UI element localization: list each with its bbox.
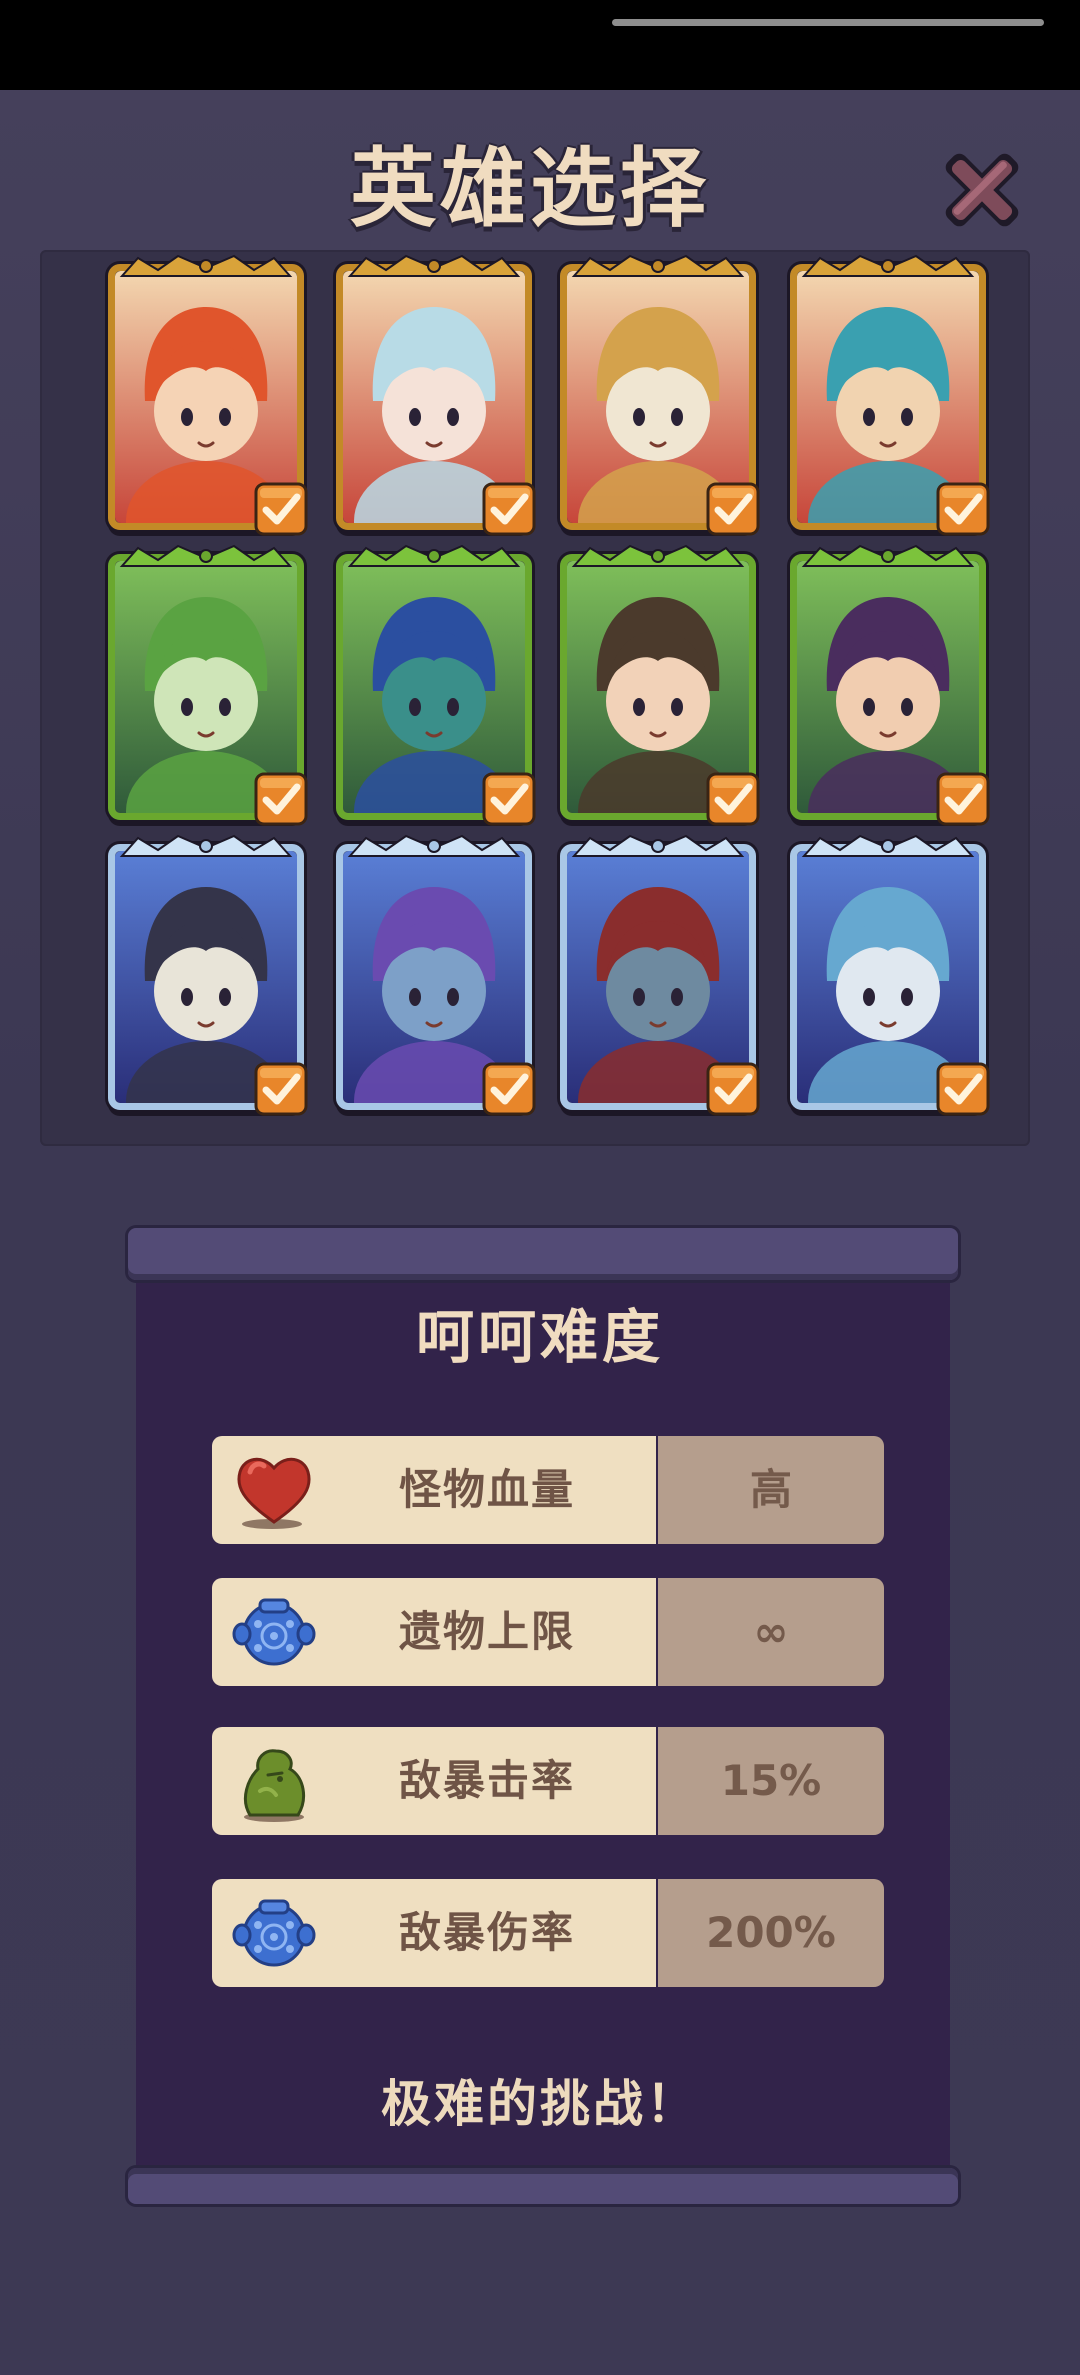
- hero-card-blue-spiky-hero[interactable]: [790, 254, 990, 536]
- page-title: 英雄选择: [350, 139, 710, 239]
- hero-card-blue-ghost-hero[interactable]: [790, 834, 990, 1116]
- selected-check-icon: [482, 1062, 536, 1116]
- difficulty-title: 呵呵难度: [415, 1303, 664, 1371]
- status-bar: [0, 0, 1080, 90]
- row-label: 遗物上限: [398, 1607, 575, 1656]
- hero-card-top-hat-hero[interactable]: [336, 544, 536, 826]
- row-label: 敌暴击率: [398, 1756, 575, 1805]
- selected-check-icon: [482, 772, 536, 826]
- difficulty-footer: 极难的挑战！: [381, 2075, 699, 2133]
- hero-card-purple-crystal-hero[interactable]: [336, 834, 536, 1116]
- difficulty-panel-body: [136, 1254, 950, 2184]
- card-crest-icon: [801, 254, 975, 277]
- hero-card-knight-helmet-hero[interactable]: [560, 254, 760, 536]
- row-value: 高: [749, 1465, 792, 1514]
- selected-check-icon: [254, 1062, 308, 1116]
- card-crest-icon: [801, 544, 975, 567]
- hero-card-purple-masked-hero[interactable]: [790, 544, 990, 826]
- card-crest-icon: [571, 544, 745, 567]
- card-crest-icon: [119, 544, 293, 567]
- blue-jar-icon: [232, 1598, 316, 1666]
- close-icon: [945, 153, 1019, 227]
- row-label: 怪物血量: [398, 1465, 575, 1514]
- card-crest-icon: [119, 254, 293, 277]
- difficulty-row-enemy-crit-damage: 敌暴伤率 200%: [212, 1879, 884, 1987]
- close-button[interactable]: [934, 142, 1030, 238]
- card-crest-icon: [801, 834, 975, 857]
- blue-jar-icon: [232, 1899, 316, 1967]
- row-label-box: 敌暴伤率: [212, 1879, 656, 1987]
- selected-check-icon: [936, 482, 990, 536]
- card-crest-icon: [571, 254, 745, 277]
- row-value: ∞: [753, 1607, 789, 1656]
- selected-check-icon: [482, 482, 536, 536]
- selected-check-icon: [254, 772, 308, 826]
- row-label-box: 遗物上限: [212, 1578, 656, 1686]
- hero-card-crowned-zombie-hero[interactable]: [560, 834, 760, 1116]
- card-crest-icon: [347, 544, 521, 567]
- scroll-top-rod: [128, 1228, 958, 1280]
- row-label-box: 敌暴击率: [212, 1727, 656, 1835]
- selected-check-icon: [254, 482, 308, 536]
- home-indicator: [612, 19, 1044, 26]
- card-crest-icon: [571, 834, 745, 857]
- difficulty-row-enemy-crit-rate: 敌暴击率 15%: [212, 1727, 884, 1835]
- row-value: 15%: [720, 1756, 822, 1805]
- hero-card-leaf-hair-hero[interactable]: [560, 544, 760, 826]
- heart-icon: [237, 1457, 311, 1529]
- selected-check-icon: [706, 1062, 760, 1116]
- card-crest-icon: [347, 254, 521, 277]
- row-value-box: ∞: [658, 1578, 884, 1686]
- difficulty-row-relic-limit: 遗物上限 ∞: [212, 1578, 884, 1686]
- row-value-box: 15%: [658, 1727, 884, 1835]
- row-value-box: 200%: [658, 1879, 884, 1987]
- difficulty-row-monster-hp: 怪物血量 高: [212, 1436, 884, 1544]
- row-label-box: 怪物血量: [212, 1436, 656, 1544]
- row-label: 敌暴伤率: [398, 1908, 575, 1957]
- green-blob-icon: [244, 1749, 306, 1822]
- hero-card-angel-girl-hero[interactable]: [336, 254, 536, 536]
- row-value-box: 高: [658, 1436, 884, 1544]
- row-value: 200%: [706, 1908, 836, 1957]
- selected-check-icon: [936, 772, 990, 826]
- selected-check-icon: [706, 772, 760, 826]
- card-crest-icon: [347, 834, 521, 857]
- hero-card-skeleton-samurai-hero[interactable]: [108, 834, 308, 1116]
- hero-card-red-hair-hero[interactable]: [108, 254, 308, 536]
- selected-check-icon: [706, 482, 760, 536]
- scroll-bottom-rod: [128, 2168, 958, 2204]
- card-crest-icon: [119, 834, 293, 857]
- selected-check-icon: [936, 1062, 990, 1116]
- hero-card-green-elf-hero[interactable]: [108, 544, 308, 826]
